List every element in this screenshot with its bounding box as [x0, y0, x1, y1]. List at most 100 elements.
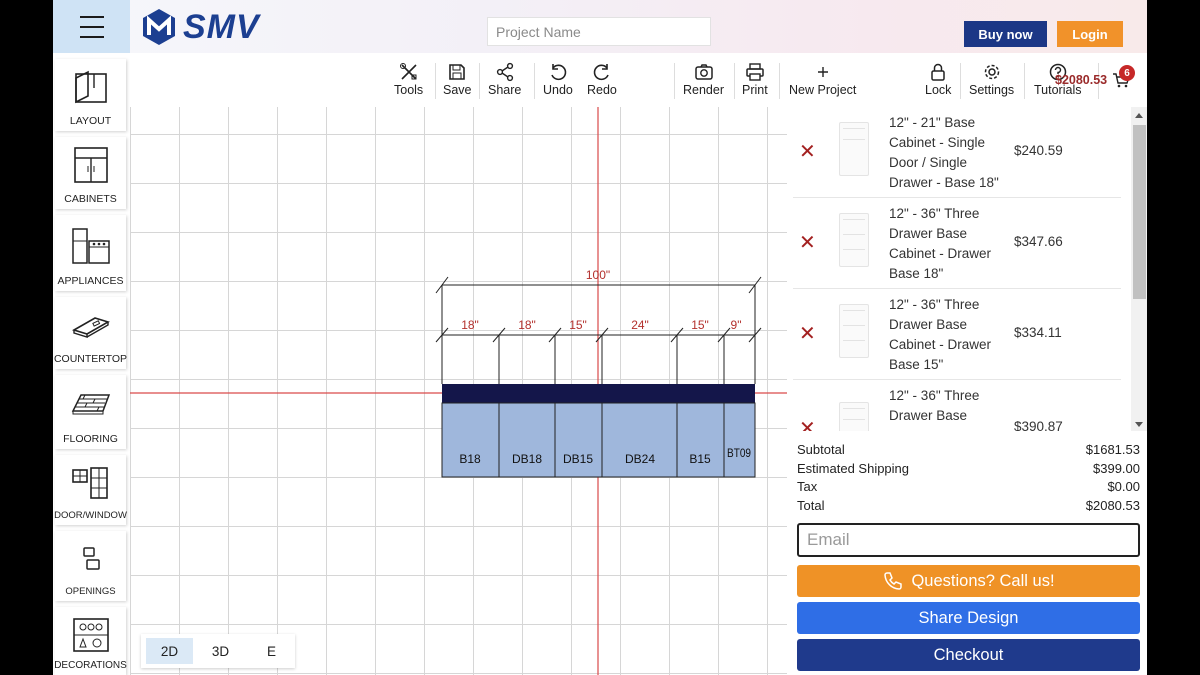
left-sidebar: LAYOUT CABINETS APPLIANCES COUNTERTOP FL…	[53, 53, 130, 675]
email-field[interactable]	[797, 523, 1140, 557]
toolbar-divider	[435, 63, 436, 99]
lock-button[interactable]: Lock	[925, 61, 951, 97]
cart-item-name: 12" - 36" Three Drawer Base	[889, 388, 980, 423]
cart-item: ✕ 12" - 36" Three Drawer Base Cabinet - …	[793, 289, 1121, 380]
gear-icon	[984, 64, 999, 80]
checkout-button[interactable]: Checkout	[797, 639, 1140, 671]
brand-logo[interactable]: SMV	[139, 5, 260, 49]
tax-value: $0.00	[1107, 479, 1140, 494]
openings-icon	[82, 546, 100, 570]
plus-icon	[817, 67, 828, 77]
call-us-button[interactable]: Questions? Call us!	[797, 565, 1140, 597]
subtotal-row: Subtotal $1681.53	[797, 441, 1140, 460]
cart-count-badge: 6	[1119, 65, 1135, 81]
toolbar-divider	[674, 63, 675, 99]
camera-icon	[694, 64, 713, 80]
new-project-button[interactable]: New Project	[789, 61, 856, 97]
view-elevation-button[interactable]: E	[248, 638, 295, 664]
total-label: Total	[797, 497, 825, 513]
hamburger-icon	[79, 12, 104, 42]
print-button[interactable]: Print	[742, 61, 768, 97]
lock-icon	[931, 63, 945, 81]
cart-item: ✕ 12" - 36" Three Drawer Base Cabinet - …	[793, 198, 1121, 289]
cabinet-icon	[73, 147, 108, 183]
app-window: SMV Buy now Login LAYOUT CABINETS APPLIA…	[53, 0, 1147, 675]
cart-list[interactable]: ✕ 12" - 21" Base Cabinet - Single Door /…	[787, 107, 1131, 431]
buy-now-button[interactable]: Buy now	[964, 21, 1047, 47]
cabinet-thumbnail	[839, 213, 869, 267]
menu-button[interactable]	[53, 0, 130, 53]
shipping-row: Estimated Shipping $399.00	[797, 460, 1140, 479]
sidebar-item-cabinets[interactable]: CABINETS	[55, 137, 126, 209]
remove-item-icon[interactable]: ✕	[799, 139, 816, 164]
sidebar-label: DECORATIONS	[54, 660, 127, 671]
cart-item-name: 12" - 21" Base Cabinet - Single Door / S…	[889, 115, 999, 190]
tool-label: Save	[443, 83, 472, 97]
main-toolbar: Tools Save Share Undo Redo Render Print …	[130, 53, 1147, 107]
render-button[interactable]: Render	[683, 61, 724, 97]
segment-label: 15"	[691, 318, 709, 332]
print-icon	[746, 63, 764, 81]
order-summary: Subtotal $1681.53 Estimated Shipping $399.…	[797, 441, 1140, 515]
sidebar-label: COUNTERTOP	[53, 353, 128, 365]
toolbar-divider	[960, 63, 961, 99]
cart-item-price: $240.59	[1014, 143, 1063, 158]
cabinet-label: DB24	[625, 452, 655, 466]
tool-label: Settings	[969, 83, 1015, 97]
cart-panel: ✕ 12" - 21" Base Cabinet - Single Door /…	[787, 107, 1147, 675]
cart-scrollbar[interactable]	[1131, 107, 1147, 431]
login-button[interactable]: Login	[1057, 21, 1123, 47]
cart-item: ✕ 12" - 36" Three Drawer Base $390.87	[793, 380, 1121, 431]
tool-label: Render	[683, 83, 724, 97]
share-design-button[interactable]: Share Design	[797, 602, 1140, 634]
segment-label: 18"	[461, 318, 479, 332]
shipping-value: $399.00	[1093, 460, 1140, 476]
sidebar-item-openings[interactable]: OPENINGS	[55, 531, 126, 601]
tool-label: Redo	[587, 83, 617, 97]
remove-item-icon[interactable]: ✕	[799, 416, 816, 431]
sidebar-item-countertop[interactable]: COUNTERTOP	[53, 297, 128, 369]
sidebar-item-appliances[interactable]: APPLIANCES	[55, 215, 126, 291]
view-3d-button[interactable]: 3D	[197, 638, 244, 664]
undo-button[interactable]: Undo	[543, 61, 573, 97]
appliance-icon	[71, 228, 110, 264]
call-us-label: Questions? Call us!	[911, 571, 1055, 590]
scroll-down-icon[interactable]	[1135, 422, 1143, 427]
sidebar-label: APPLIANCES	[57, 275, 124, 287]
segment-label: 18"	[518, 318, 536, 332]
sidebar-item-door-window[interactable]: DOOR/WINDOW	[54, 455, 127, 525]
tool-label: Lock	[925, 83, 952, 97]
toolbar-divider	[534, 63, 535, 99]
sidebar-item-layout[interactable]: LAYOUT	[55, 59, 126, 131]
design-canvas[interactable]: 100" 18" 18" 15" 24" 15" 9" B18 DB18 DB1…	[130, 107, 787, 675]
save-icon	[449, 64, 466, 80]
tool-label: Tools	[394, 83, 424, 97]
tax-label: Tax	[797, 479, 818, 494]
cart-item-price: $347.66	[1014, 234, 1063, 249]
redo-button[interactable]: Redo	[587, 61, 617, 97]
scroll-up-icon[interactable]	[1135, 113, 1143, 118]
share-icon	[496, 62, 513, 82]
tools-button[interactable]: Tools	[394, 61, 423, 97]
settings-button[interactable]: Settings	[969, 61, 1014, 97]
toolbar-divider	[734, 63, 735, 99]
countertop-bar	[442, 384, 755, 403]
save-button[interactable]: Save	[443, 61, 472, 97]
toolbar-divider	[779, 63, 780, 99]
sidebar-item-decorations[interactable]: DECORATIONS	[54, 607, 127, 675]
project-name-input[interactable]	[487, 17, 711, 46]
view-2d-button[interactable]: 2D	[146, 638, 193, 664]
top-header: SMV Buy now Login	[53, 0, 1147, 53]
countertop-icon	[71, 317, 110, 338]
total-row: Total $2080.53	[797, 497, 1140, 516]
cabinet-label: BT09	[727, 446, 751, 460]
scroll-thumb[interactable]	[1133, 125, 1146, 299]
cart-item-price: $390.87	[1014, 419, 1063, 431]
cart-item: ✕ 12" - 21" Base Cabinet - Single Door /…	[793, 107, 1121, 198]
remove-item-icon[interactable]: ✕	[799, 321, 816, 346]
remove-item-icon[interactable]: ✕	[799, 230, 816, 255]
sidebar-item-flooring[interactable]: FLOORING	[55, 375, 126, 449]
cart-item-price: $334.11	[1014, 325, 1062, 340]
share-button[interactable]: Share	[488, 61, 521, 97]
logo-text: SMV	[183, 7, 260, 46]
